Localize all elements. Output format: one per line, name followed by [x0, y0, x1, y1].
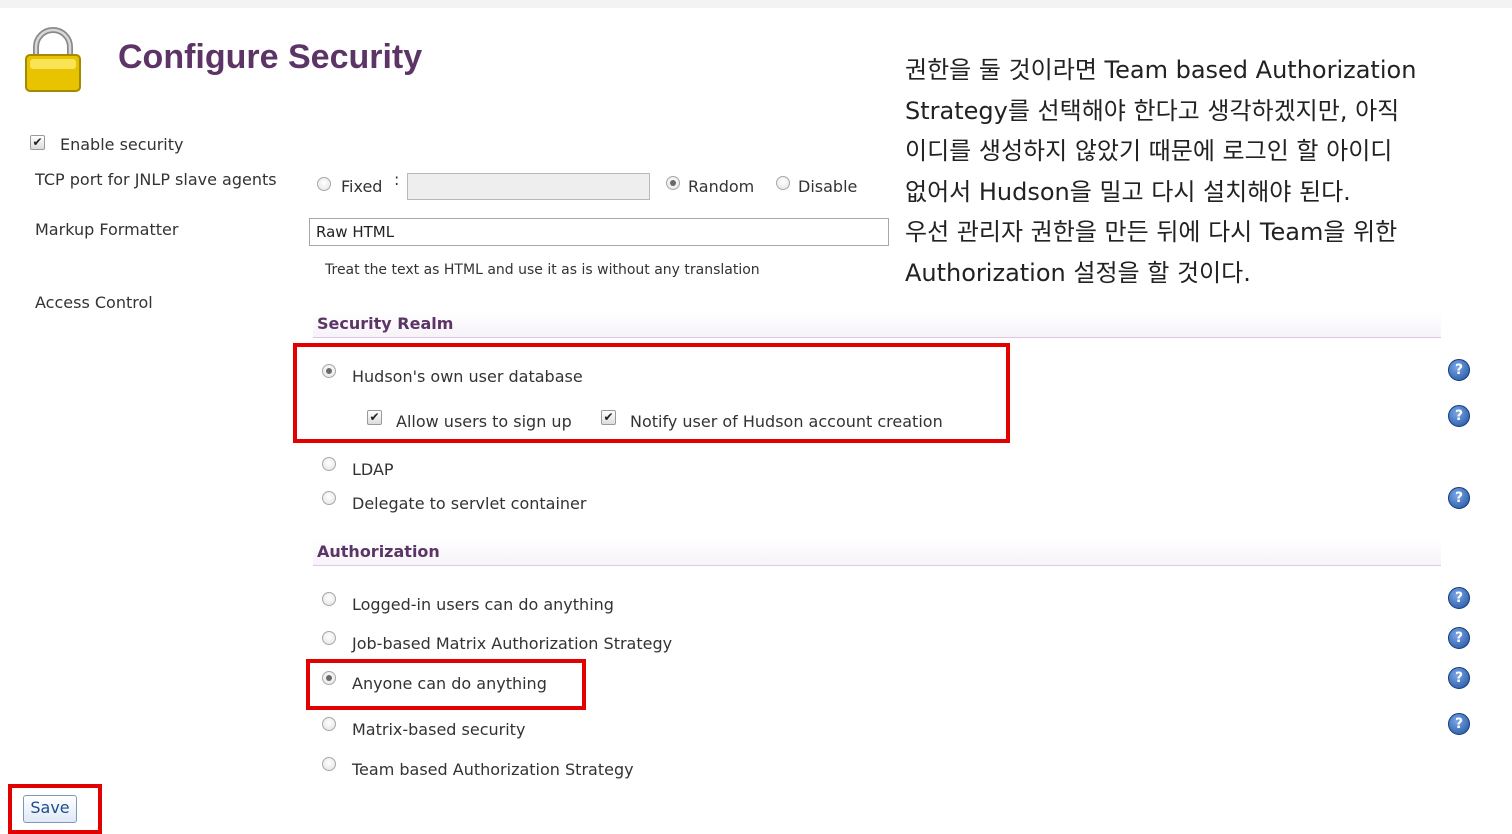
help-icon[interactable]: ? — [1448, 587, 1470, 609]
auth-logged-in-radio[interactable] — [322, 592, 336, 606]
tcp-fixed-radio[interactable] — [317, 177, 331, 191]
annotation-line: Strategy를 선택해야 한다고 생각하겠지만, 아직 — [905, 96, 1400, 125]
annotation-note: 권한을 둘 것이라면 Team based Authorization Stra… — [905, 50, 1512, 294]
auth-team-label: Team based Authorization Strategy — [352, 760, 634, 779]
security-realm-heading: Security Realm — [317, 314, 454, 333]
annotation-line: 우선 관리자 권한을 만든 뒤에 다시 Team을 위한 — [905, 218, 1398, 247]
top-strip — [0, 0, 1512, 8]
tcp-disable-label: Disable — [798, 177, 858, 196]
auth-team-radio[interactable] — [322, 757, 336, 771]
help-icon[interactable]: ? — [1448, 627, 1470, 649]
realm-servlet-label: Delegate to servlet container — [352, 494, 587, 513]
access-control-label: Access Control — [35, 293, 153, 312]
help-icon[interactable]: ? — [1448, 405, 1470, 427]
realm-ldap-label: LDAP — [352, 460, 394, 479]
help-icon[interactable]: ? — [1448, 487, 1470, 509]
authorization-heading: Authorization — [317, 542, 440, 561]
highlight-box-authorization — [306, 659, 586, 710]
tcp-port-label: TCP port for JNLP slave agents — [35, 170, 277, 189]
help-icon[interactable]: ? — [1448, 667, 1470, 689]
authorization-header: Authorization — [313, 539, 1441, 566]
lock-icon — [25, 27, 81, 92]
markup-formatter-label: Markup Formatter — [35, 220, 179, 239]
enable-security-checkbox[interactable]: ✔ — [30, 135, 45, 150]
auth-logged-in-label: Logged-in users can do anything — [352, 595, 614, 614]
realm-ldap-radio[interactable] — [322, 457, 336, 471]
annotation-line: 권한을 둘 것이라면 Team based Authorization — [905, 56, 1417, 84]
enable-security-label: Enable security — [60, 135, 184, 154]
auth-job-matrix-label: Job-based Matrix Authorization Strategy — [352, 634, 673, 653]
auth-matrix-label: Matrix-based security — [352, 720, 526, 739]
tcp-random-label: Random — [688, 177, 755, 196]
tcp-disable-radio[interactable] — [776, 176, 790, 190]
tcp-fixed-colon: : — [394, 170, 400, 189]
markup-formatter-select[interactable]: Raw HTML — [309, 218, 889, 246]
help-icon[interactable]: ? — [1448, 713, 1470, 735]
page-title: Configure Security — [118, 38, 423, 76]
security-realm-header: Security Realm — [313, 311, 1441, 338]
tcp-fixed-label: Fixed — [341, 177, 383, 196]
auth-matrix-radio[interactable] — [322, 717, 336, 731]
annotation-line: 없어서 Hudson을 밀고 다시 설치해야 된다. — [905, 177, 1351, 206]
tcp-random-radio[interactable] — [666, 176, 680, 190]
help-icon[interactable]: ? — [1448, 359, 1470, 381]
highlight-box-realm — [293, 343, 1010, 443]
realm-servlet-radio[interactable] — [322, 491, 336, 505]
markup-formatter-value: Raw HTML — [316, 223, 395, 241]
save-button[interactable]: Save — [23, 795, 77, 823]
annotation-line: Authorization 설정을 할 것이다. — [905, 258, 1251, 287]
markup-formatter-description: Treat the text as HTML and use it as is … — [325, 262, 760, 278]
annotation-line: 이디를 생성하지 않았기 때문에 로그인 할 아이디 — [905, 137, 1393, 166]
tcp-port-input[interactable] — [407, 173, 650, 200]
auth-job-matrix-radio[interactable] — [322, 631, 336, 645]
